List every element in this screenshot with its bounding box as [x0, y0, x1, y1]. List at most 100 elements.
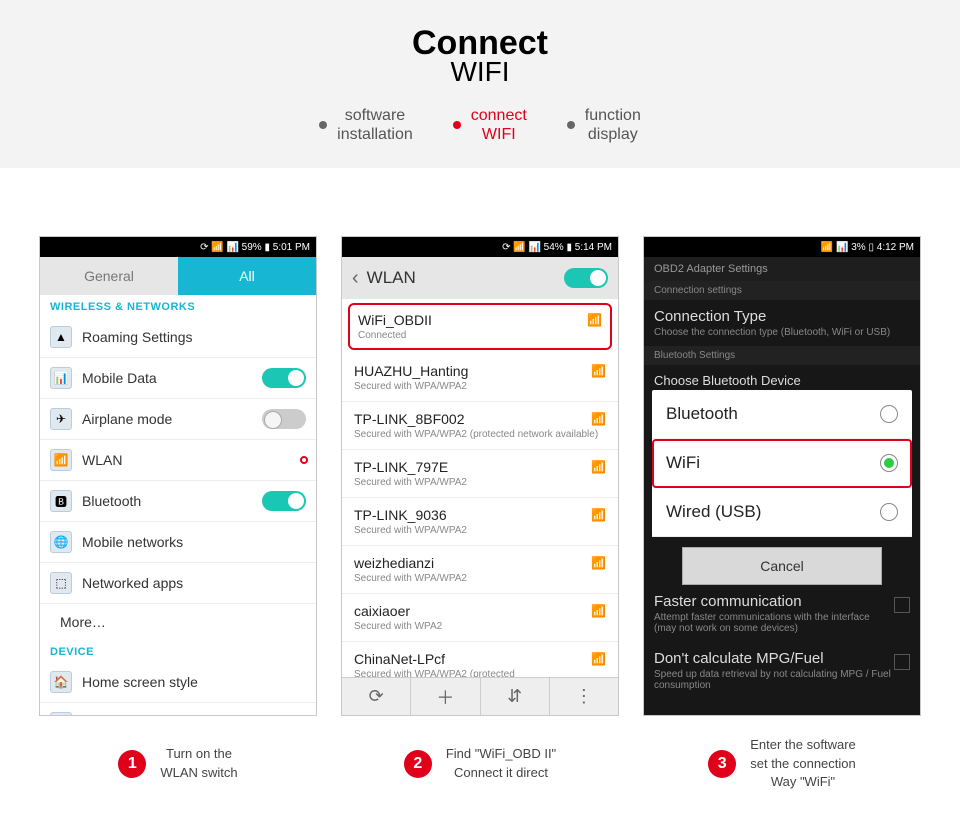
connection-option[interactable]: Bluetooth	[652, 390, 912, 439]
section-wireless: WIRELESS & NETWORKS	[40, 295, 316, 317]
network-sub: Secured with WPA/WPA2 (protected network…	[354, 429, 606, 440]
connection-option[interactable]: Wired (USB)	[652, 488, 912, 537]
row-icon: 🔊	[50, 712, 72, 716]
checkbox[interactable]	[894, 654, 910, 670]
network-sub: Secured with WPA/WPA2	[354, 381, 606, 392]
network-sub: Secured with WPA/WPA2	[354, 573, 606, 584]
tab-all[interactable]: All	[178, 257, 316, 295]
refresh-icon[interactable]: ⟳	[342, 678, 411, 715]
radio[interactable]	[880, 405, 898, 423]
row-icon: ✈	[50, 408, 72, 430]
wlan-master-toggle[interactable]	[564, 268, 608, 288]
network-sub: Connected	[358, 330, 602, 341]
dot-icon	[453, 121, 461, 129]
dot-icon	[319, 121, 327, 129]
wlan-bottom-bar: ⟳ ＋ ⇵ ⋮	[342, 677, 618, 715]
network-name: TP-LINK_9036	[354, 507, 447, 523]
wlan-titlebar: ‹ WLAN	[342, 257, 618, 299]
network-name: weizhedianzi	[354, 555, 434, 571]
wifi-icon: 📶	[591, 364, 606, 378]
toggle[interactable]	[262, 368, 306, 388]
faster-comm[interactable]: Faster communication Attempt faster comm…	[644, 585, 920, 642]
caption-2: 2 Find "WiFi_OBD II"Connect it direct	[341, 736, 619, 791]
obd-subheader: Connection settings	[644, 281, 920, 300]
row-icon: 📶	[50, 449, 72, 471]
row-label: Home screen style	[82, 674, 306, 690]
step-badge: 1	[118, 750, 146, 778]
back-icon[interactable]: ‹	[352, 267, 359, 290]
caption-1: 1 Turn on theWLAN switch	[39, 736, 317, 791]
row-label: Sound	[82, 715, 306, 716]
wifi-icon: 📶	[591, 412, 606, 426]
caption-text: Turn on theWLAN switch	[160, 745, 237, 781]
row-label: Roaming Settings	[82, 329, 306, 345]
settings-tabs: General All	[40, 257, 316, 295]
mpg-sec[interactable]: Don't calculate MPG/Fuel Speed up data r…	[644, 642, 920, 699]
settings-row[interactable]: ⬚ Networked apps	[40, 563, 316, 604]
wifi-network[interactable]: TP-LINK_8BF002 📶 Secured with WPA/WPA2 (pr…	[342, 402, 618, 450]
settings-row[interactable]: 🏠Home screen style	[40, 662, 316, 703]
wifi-network[interactable]: HUAZHU_Hanting📶Secured with WPA/WPA2	[342, 354, 618, 402]
tab-label: connect	[471, 107, 527, 124]
step-badge: 2	[404, 750, 432, 778]
radio[interactable]	[880, 454, 898, 472]
wifi-network[interactable]: TP-LINK_9036📶Secured with WPA/WPA2	[342, 498, 618, 546]
settings-row[interactable]: 🅱Bluetooth	[40, 481, 316, 522]
cancel-button[interactable]: Cancel	[682, 547, 882, 585]
add-icon[interactable]: ＋	[411, 678, 480, 715]
row-label: Networked apps	[82, 575, 306, 591]
phone-row: ⟳ 📶 📊 59% ▮ 5:01 PM General All WIRELESS…	[0, 168, 960, 716]
overflow-icon[interactable]: ⋮	[550, 678, 618, 715]
section-device: DEVICE	[40, 640, 316, 662]
network-name: caixiaoer	[354, 603, 410, 619]
captions: 1 Turn on theWLAN switch 2 Find "WiFi_OB…	[0, 716, 960, 791]
tab-connect-wifi[interactable]: connectWIFI	[453, 106, 527, 144]
network-name: ChinaNet-LPcf	[354, 651, 445, 667]
wifi-icon: 📶	[591, 556, 606, 570]
settings-row[interactable]: ✈ Airplane mode	[40, 399, 316, 440]
connection-option[interactable]: WiFi	[652, 439, 912, 488]
settings-row[interactable]: ▲ Roaming Settings	[40, 317, 316, 358]
wifi-icon: 📶	[591, 460, 606, 474]
phone-obd: 📶 📊 3% ▯ 4:12 PM OBD2 Adapter Settings C…	[643, 236, 921, 716]
toggle[interactable]	[262, 491, 306, 511]
option-label: Bluetooth	[666, 404, 738, 424]
network-name: TP-LINK_797E	[354, 459, 448, 475]
network-name: WiFi_OBDII	[358, 312, 432, 328]
caption-text: Enter the softwareset the connectionWay …	[750, 736, 856, 791]
settings-row[interactable]: 📶 WLAN	[40, 440, 316, 481]
row-label: Airplane mode	[82, 411, 252, 427]
wifi-network[interactable]: weizhedianzi 📶 Secured with WPA/WPA2	[342, 546, 618, 594]
tab-function[interactable]: functiondisplay	[567, 106, 641, 144]
network-name: TP-LINK_8BF002	[354, 411, 465, 427]
checkbox[interactable]	[894, 597, 910, 613]
tab-label: function	[585, 107, 641, 124]
network-sub: Secured with WPA/WPA2	[354, 525, 606, 536]
wifi-network[interactable]: caixiaoer📶Secured with WPA2	[342, 594, 618, 642]
wifi-icon: 📶	[587, 313, 602, 327]
connection-type-desc: Choose the connection type (Bluetooth, W…	[654, 327, 910, 338]
wifi-network[interactable]: WiFi_OBDII 📶 Connected	[348, 303, 612, 350]
row-icon: ▲	[50, 326, 72, 348]
more-link[interactable]: More…	[40, 604, 316, 640]
sort-icon[interactable]: ⇵	[481, 678, 550, 715]
tab-general[interactable]: General	[40, 257, 178, 295]
toggle[interactable]	[262, 409, 306, 429]
row-label: WLAN	[82, 452, 292, 468]
phone-wlan: ⟳ 📶 📊 54% ▮ 5:14 PM ‹ WLAN WiFi_OBDII📶Co…	[341, 236, 619, 716]
row-icon: 🌐	[50, 531, 72, 553]
hero-subtitle: WIFI	[0, 56, 960, 88]
dot-icon	[567, 121, 575, 129]
hero-tabs: softwareinstallation connectWIFI functio…	[0, 106, 960, 144]
tab-software[interactable]: softwareinstallation	[319, 106, 413, 144]
connection-type-sec[interactable]: Connection Type Choose the connection ty…	[644, 300, 920, 346]
settings-row[interactable]: 📊Mobile Data	[40, 358, 316, 399]
row-icon: ⬚	[50, 572, 72, 594]
settings-row[interactable]: 🌐Mobile networks	[40, 522, 316, 563]
network-sub: Secured with WPA/WPA2	[354, 477, 606, 488]
radio[interactable]	[880, 503, 898, 521]
wifi-network[interactable]: TP-LINK_797E 📶 Secured with WPA/WPA2	[342, 450, 618, 498]
settings-row[interactable]: 🔊 Sound	[40, 703, 316, 716]
phone-settings: ⟳ 📶 📊 59% ▮ 5:01 PM General All WIRELESS…	[39, 236, 317, 716]
hero: Connect WIFI softwareinstallation connec…	[0, 0, 960, 168]
